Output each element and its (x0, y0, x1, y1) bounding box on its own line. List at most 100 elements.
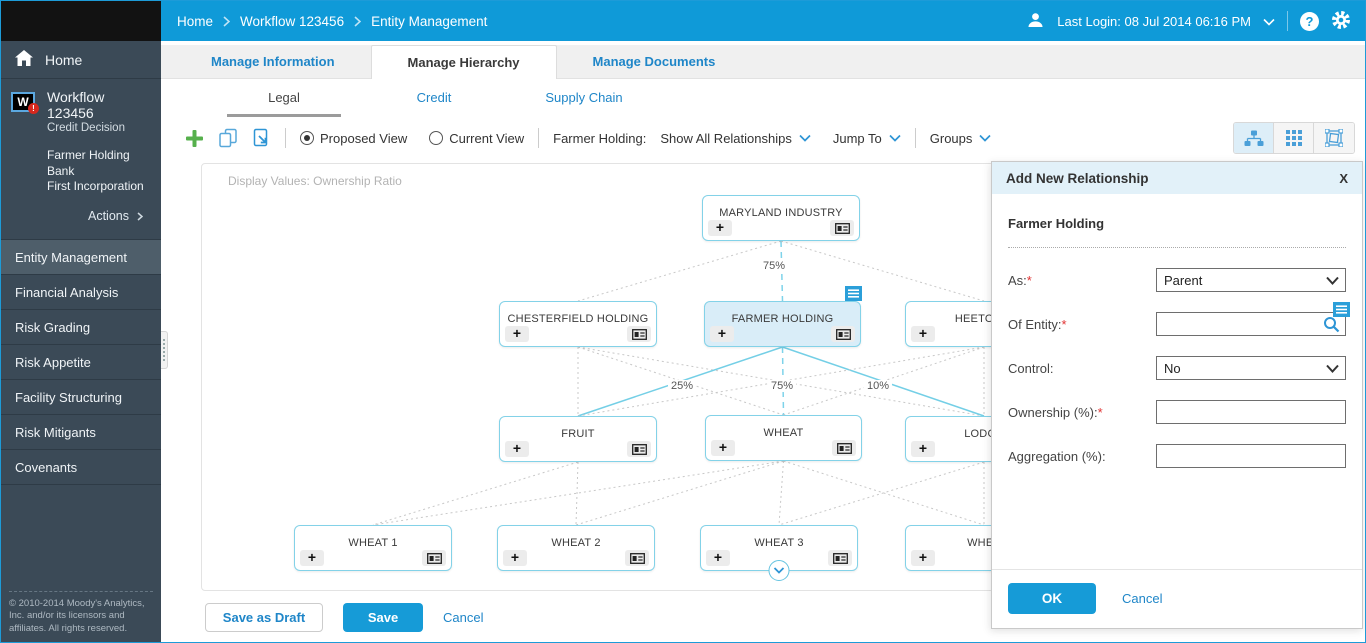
close-icon[interactable]: X (1339, 171, 1348, 186)
tab-manage-hierarchy[interactable]: Manage Hierarchy (371, 45, 557, 79)
ok-button[interactable]: OK (1008, 583, 1096, 614)
node-farmer[interactable]: FARMER HOLDING+ (704, 301, 861, 347)
of-entity-input[interactable] (1156, 312, 1346, 336)
control-field-label: Control: (1008, 361, 1156, 376)
chevron-down-icon (979, 134, 991, 142)
sidebar-item-risk-appetite[interactable]: Risk Appetite (1, 345, 161, 380)
radio-unselected-icon (429, 131, 443, 145)
chevron-down-icon[interactable] (1263, 14, 1275, 29)
subtab-credit[interactable]: Credit (359, 79, 509, 117)
sidebar-workflow-block: W ! Workflow 123456 Credit Decision Farm… (1, 79, 161, 239)
add-relationship-icon[interactable]: + (708, 220, 732, 236)
user-icon[interactable] (1026, 11, 1045, 32)
entity-card-icon[interactable] (831, 326, 855, 342)
relationship-filter-dropdown[interactable]: Show All Relationships (660, 131, 811, 146)
node-label: CHESTERFIELD HOLDING (500, 302, 656, 325)
sidebar-item-facility-structuring[interactable]: Facility Structuring (1, 380, 161, 415)
grid-view-button[interactable] (1274, 123, 1314, 153)
tab-manage-information[interactable]: Manage Information (175, 45, 371, 78)
search-icon[interactable] (1323, 316, 1340, 338)
sidebar-item-risk-grading[interactable]: Risk Grading (1, 310, 161, 345)
add-relationship-icon[interactable]: + (911, 326, 935, 342)
entity-lookup-menu-icon[interactable] (1333, 302, 1350, 317)
add-relationship-icon[interactable]: + (503, 550, 527, 566)
cancel-link[interactable]: Cancel (443, 610, 483, 625)
add-relationship-icon[interactable]: + (505, 441, 529, 457)
breadcrumb-home[interactable]: Home (177, 14, 213, 29)
aggregation-input[interactable] (1156, 444, 1346, 468)
control-select[interactable]: No (1156, 356, 1346, 380)
node-wheat[interactable]: WHEAT+ (705, 415, 862, 461)
hierarchy-view-button[interactable] (1234, 123, 1274, 153)
node-wheat1[interactable]: WHEAT 1+ (294, 525, 452, 571)
add-relationship-icon[interactable]: + (911, 550, 935, 566)
entity-card-icon[interactable] (828, 550, 852, 566)
ownership-input[interactable] (1156, 400, 1346, 424)
panel-cancel-link[interactable]: Cancel (1122, 591, 1162, 606)
chevron-right-icon (223, 16, 230, 27)
main-content: Manage Information Manage Hierarchy Mana… (161, 41, 1365, 642)
tab-manage-documents[interactable]: Manage Documents (557, 45, 752, 78)
app-logo (1, 1, 161, 41)
export-icon[interactable] (252, 128, 271, 148)
as-field-label: As:* (1008, 273, 1156, 288)
node-wheat2[interactable]: WHEAT 2+ (497, 525, 655, 571)
node-wheat3[interactable]: WHEAT 3+ (700, 525, 858, 571)
proposed-view-radio[interactable]: Proposed View (300, 131, 407, 146)
add-relationship-icon[interactable]: + (911, 441, 935, 457)
save-as-draft-button[interactable]: Save as Draft (205, 603, 323, 632)
node-maryland[interactable]: MARYLAND INDUSTRY+ (702, 195, 860, 241)
subtab-supply-chain[interactable]: Supply Chain (509, 79, 659, 117)
subtab-legal[interactable]: Legal (209, 79, 359, 117)
home-icon (15, 50, 33, 69)
add-relationship-icon[interactable]: + (706, 550, 730, 566)
entity-card-icon[interactable] (832, 440, 856, 456)
add-relationship-icon[interactable]: + (505, 326, 529, 342)
add-relationship-icon[interactable]: + (300, 550, 324, 566)
chevron-down-icon (1326, 276, 1339, 285)
sidebar-collapse-handle[interactable] (161, 331, 168, 369)
copy-icon[interactable] (218, 128, 238, 148)
node-fruit[interactable]: FRUIT+ (499, 416, 657, 462)
footer-actions: Save as Draft Save Cancel (205, 592, 483, 642)
gear-icon[interactable] (1331, 10, 1351, 33)
sidebar-home-label: Home (45, 52, 82, 68)
last-login-text: Last Login: 08 Jul 2014 06:16 PM (1057, 14, 1251, 29)
actions-menu[interactable]: Actions (9, 195, 153, 233)
add-entity-icon[interactable] (185, 129, 204, 148)
entity-card-icon[interactable] (625, 550, 649, 566)
tab-strip: Manage Information Manage Hierarchy Mana… (161, 45, 1365, 79)
node-menu-icon[interactable] (845, 286, 862, 301)
groups-dropdown[interactable]: Groups (930, 131, 992, 146)
breadcrumb-workflow[interactable]: Workflow 123456 (240, 14, 344, 29)
radio-selected-icon (300, 131, 314, 145)
node-label: FRUIT (500, 417, 656, 440)
ownership-field-label: Ownership (%):* (1008, 405, 1156, 420)
panel-entity-name: Farmer Holding (1008, 216, 1346, 231)
add-relationship-icon[interactable]: + (710, 326, 734, 342)
sidebar-item-covenants[interactable]: Covenants (1, 450, 161, 485)
add-relationship-icon[interactable]: + (711, 440, 735, 456)
fit-selection-button[interactable] (1314, 123, 1354, 153)
aggregation-field-label: Aggregation (%): (1008, 449, 1156, 464)
sidebar-item-risk-mitigants[interactable]: Risk Mitigants (1, 415, 161, 450)
entity-card-icon[interactable] (830, 220, 854, 236)
entity-card-icon[interactable] (627, 441, 651, 457)
of-entity-field-label: Of Entity:* (1008, 317, 1156, 332)
breadcrumb-entity-management[interactable]: Entity Management (371, 14, 487, 29)
current-view-radio[interactable]: Current View (429, 131, 524, 146)
entity-card-icon[interactable] (422, 550, 446, 566)
panel-header: Add New Relationship X (992, 162, 1362, 194)
sidebar-item-entity-management[interactable]: Entity Management (1, 240, 161, 275)
help-icon[interactable]: ? (1300, 12, 1319, 31)
node-label: WHEAT 3 (701, 526, 857, 549)
sidebar-item-financial-analysis[interactable]: Financial Analysis (1, 275, 161, 310)
node-chesterfield[interactable]: CHESTERFIELD HOLDING+ (499, 301, 657, 347)
as-select[interactable]: Parent (1156, 268, 1346, 292)
sidebar-item-home[interactable]: Home (1, 41, 161, 79)
expand-children-icon[interactable] (769, 560, 790, 581)
entity-card-icon[interactable] (627, 326, 651, 342)
save-button[interactable]: Save (343, 603, 423, 632)
workflow-title[interactable]: Workflow 123456 (47, 89, 153, 121)
jump-to-dropdown[interactable]: Jump To (833, 131, 901, 146)
